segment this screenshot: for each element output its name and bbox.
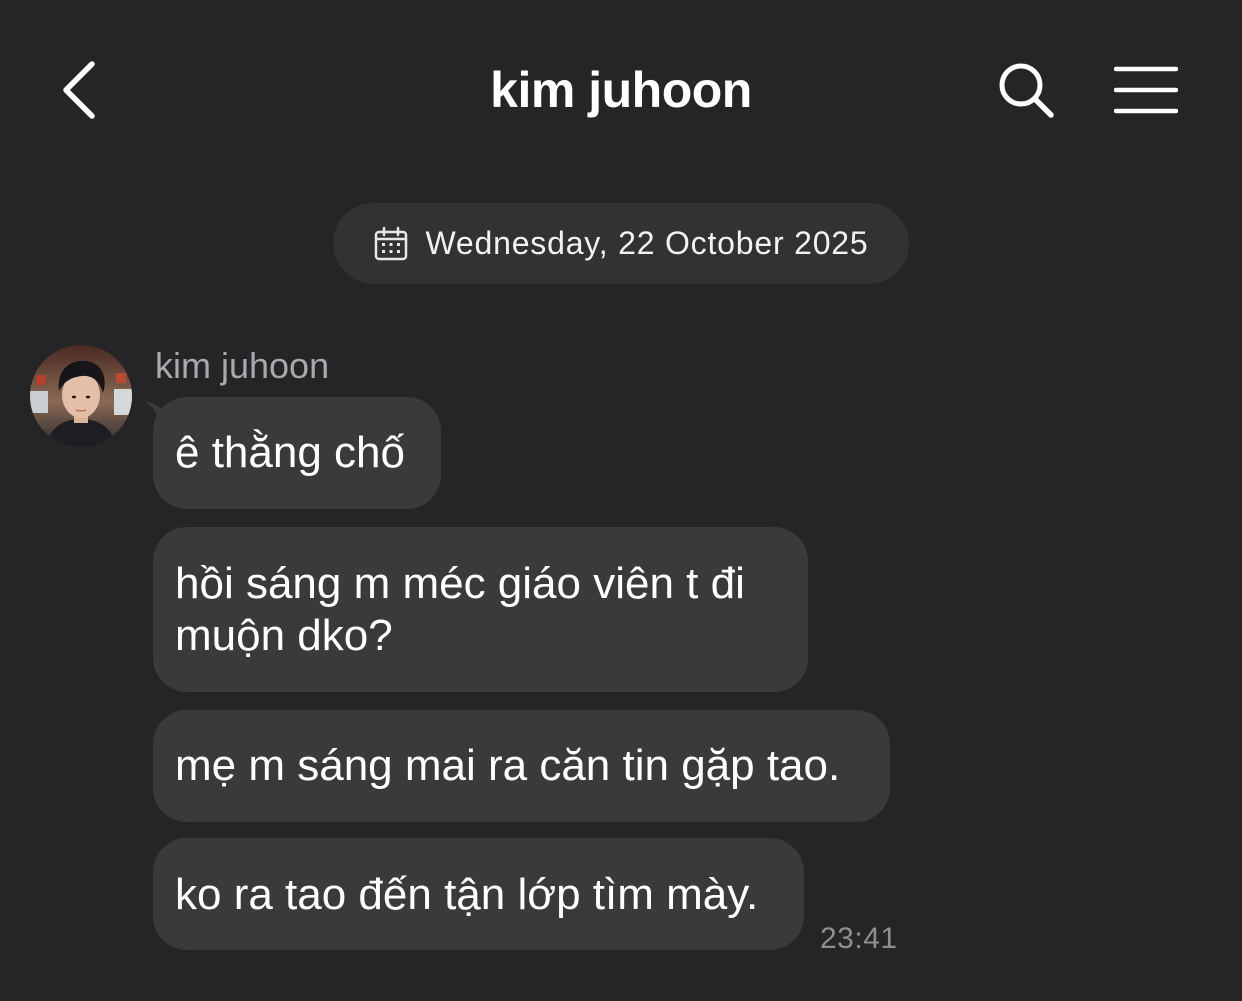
- menu-button[interactable]: [1108, 54, 1184, 126]
- chat-title: kim juhoon: [490, 62, 752, 118]
- sender-name: kim juhoon: [155, 345, 330, 386]
- calendar-icon: [375, 226, 408, 260]
- hamburger-menu-icon: [1114, 66, 1178, 114]
- message-bubble[interactable]: mẹ m sáng mai ra căn tin gặp tao.: [153, 710, 890, 822]
- chevron-left-icon: [63, 61, 95, 119]
- message-bubble[interactable]: ko ra tao đến tận lớp tìm mày.: [153, 838, 804, 950]
- date-text: Wednesday, 22 October 2025: [425, 225, 869, 261]
- message-timestamp: 23:41: [820, 922, 898, 955]
- message-bubble[interactable]: ê thằng chố: [153, 397, 441, 509]
- avatar[interactable]: [30, 345, 132, 447]
- message-bubble[interactable]: hồi sáng m méc giáo viên t đi muộn dko?: [153, 527, 808, 692]
- chat-header: kim juhoon: [0, 0, 1242, 180]
- avatar-photo: [30, 345, 132, 447]
- search-button[interactable]: [990, 54, 1062, 126]
- search-icon: [999, 63, 1054, 118]
- date-separator: Wednesday, 22 October 2025: [333, 203, 909, 284]
- back-button[interactable]: [48, 52, 112, 128]
